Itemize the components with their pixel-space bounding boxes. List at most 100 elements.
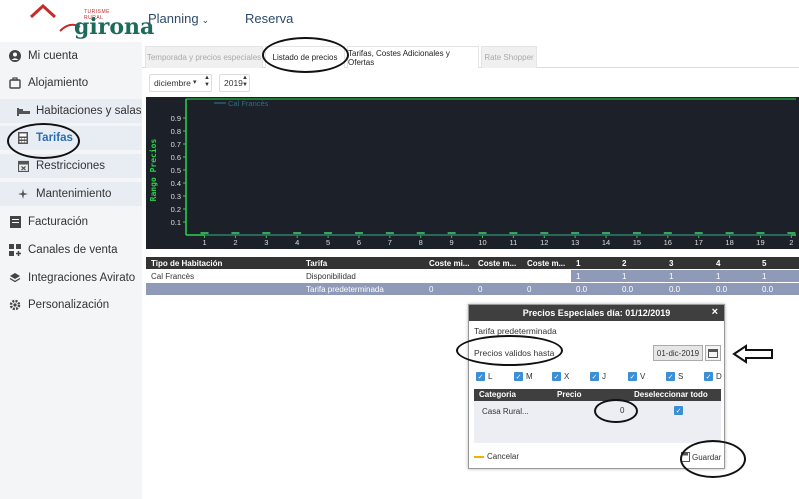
data-point — [447, 232, 456, 234]
x-tick-label: 2 — [789, 238, 793, 247]
tab-temporada[interactable]: Temporada y precios especiales — [145, 46, 263, 68]
table-header-cell: 2 — [622, 258, 627, 268]
bed-icon — [16, 104, 30, 118]
checkbox-icon: ✓ — [628, 372, 637, 381]
table-cell[interactable]: Disponibilidad — [306, 270, 356, 282]
weekday-checkbox[interactable]: ✓ V — [628, 372, 645, 381]
tab-rate-shopper[interactable]: Rate Shopper — [481, 46, 537, 68]
table-cell[interactable]: 0.0 — [716, 283, 727, 295]
nav-planning[interactable]: Planning ⌄ — [148, 11, 209, 26]
deselect-all-button[interactable]: Deseleccionar todo — [634, 390, 708, 399]
checkbox-icon: ✓ — [552, 372, 561, 381]
cancel-icon — [474, 455, 484, 458]
x-tick-label: 14 — [602, 238, 610, 247]
sidebar-item-label: Personalización — [28, 299, 110, 311]
sidebar-item-alojamiento[interactable]: Alojamiento — [0, 71, 142, 95]
sidebar-item-restricciones[interactable]: Restricciones — [0, 154, 142, 178]
nav-reserva-label: Reserva — [245, 11, 294, 26]
x-tick-label: 12 — [540, 238, 548, 247]
tab-tarifas-costes[interactable]: Tarifas, Costes Adicionales y Ofertas — [347, 46, 479, 68]
stepper-icon: ▲ ▼ — [204, 75, 210, 88]
sidebar-item-facturacion[interactable]: Facturación — [0, 210, 142, 234]
sidebar-item-canales[interactable]: Canales de venta — [0, 238, 142, 262]
checkbox-icon: ✓ — [590, 372, 599, 381]
table-cell[interactable]: 0 — [429, 283, 433, 295]
table-cell[interactable]: 1 — [762, 270, 766, 282]
y-tick-label: 0.2 — [171, 205, 181, 214]
x-tick-label: 9 — [450, 238, 454, 247]
data-point — [509, 232, 518, 234]
modal-header: Precios Especiales día: 01/12/2019 × — [469, 305, 724, 321]
table-cell[interactable]: 0.0 — [669, 283, 680, 295]
table-cell[interactable]: 0 — [478, 283, 482, 295]
cancel-button[interactable]: Cancelar — [474, 452, 519, 461]
sidebar-item-habitaciones[interactable]: Habitaciones y salas — [0, 99, 142, 123]
annotation-ellipse — [680, 440, 746, 478]
table-cell[interactable]: 1 — [576, 270, 580, 282]
weekday-checkbox[interactable]: ✓ J — [590, 372, 606, 381]
table-cell[interactable]: 1 — [622, 270, 626, 282]
weekday-checkbox[interactable]: ✓ S — [666, 372, 683, 381]
table-cell[interactable]: 0.0 — [762, 283, 773, 295]
sidebar-item-label: Canales de venta — [28, 244, 118, 256]
annotation-arrow-icon — [732, 344, 773, 364]
weekday-checkbox[interactable]: ✓ L — [476, 372, 492, 381]
tab-label: Temporada y precios especiales — [146, 53, 262, 62]
price-chart-svg: Rango Precios 0.1 0.2 0.3 0.4 0.5 0.6 0.7 0.8 0.9… — [148, 98, 796, 247]
data-point — [478, 232, 487, 234]
year-select[interactable]: 2019 ▲ ▼ — [219, 74, 250, 92]
table-header-cell: Coste m... — [478, 258, 517, 268]
table-cell[interactable]: Tarifa predeterminada — [306, 283, 384, 295]
table-header-cell: Tarifa — [306, 258, 328, 268]
weekday-label: M — [526, 372, 533, 381]
data-point — [787, 232, 796, 234]
x-tick-label: 8 — [419, 238, 423, 247]
nav-reserva[interactable]: Reserva — [245, 11, 293, 26]
y-tick-label: 0.1 — [171, 218, 181, 227]
x-tick-label: 7 — [388, 238, 392, 247]
row-checkbox[interactable]: ✓ — [674, 406, 683, 415]
modal-table-header: Categoria Precio Deseleccionar todo — [474, 389, 721, 401]
sidebar-item-mi-cuenta[interactable]: Mi cuenta — [0, 44, 142, 68]
data-point — [416, 232, 425, 234]
annotation-ellipse — [594, 399, 638, 423]
annotation-ellipse — [456, 335, 563, 366]
nav-planning-label: Planning — [148, 11, 199, 26]
weekday-checkbox[interactable]: ✓ X — [552, 372, 569, 381]
checkbox-icon: ✓ — [476, 372, 485, 381]
user-circle-icon — [8, 49, 22, 63]
close-icon[interactable]: × — [712, 306, 718, 318]
table-cell[interactable]: 0.0 — [576, 283, 587, 295]
sidebar-item-personalizacion[interactable]: Personalización — [0, 293, 142, 317]
sidebar-item-integraciones[interactable]: Integraciones Avirato — [0, 266, 142, 290]
grid-plus-icon — [8, 243, 22, 257]
x-tick-label: 1 — [202, 238, 206, 247]
table-cell[interactable]: 0 — [527, 283, 531, 295]
calendar-button[interactable] — [705, 345, 721, 361]
table-cell[interactable]: Cal Francès — [151, 270, 194, 282]
top-bar: TURISME RURAL girona Planning ⌄ Reserva — [0, 0, 799, 42]
logo[interactable]: TURISME RURAL girona — [28, 3, 154, 40]
valid-until-date-input[interactable]: 01-dic-2019 — [653, 345, 703, 361]
data-point — [725, 232, 734, 234]
weekday-label: J — [602, 372, 606, 381]
data-point — [540, 232, 549, 234]
table-cell[interactable]: 1 — [669, 270, 673, 282]
logo-name: girona — [74, 14, 155, 40]
layers-icon — [8, 271, 22, 285]
month-select[interactable]: diciembre ▾ ▲ ▼ — [149, 74, 212, 92]
sidebar-item-label: Habitaciones y salas — [36, 105, 142, 117]
x-tick-label: 16 — [664, 238, 672, 247]
weekday-checkbox[interactable]: ✓ M — [514, 372, 533, 381]
year-value: 2019 — [224, 78, 243, 88]
table-cell[interactable]: 1 — [716, 270, 720, 282]
y-tick-label: 0.4 — [171, 179, 181, 188]
month-value: diciembre — [154, 78, 191, 88]
table-header-cell: 4 — [716, 258, 721, 268]
x-tick-label: 5 — [326, 238, 330, 247]
table-header-row: Tipo de Habitación Tarifa Coste mi... Coste… — [146, 257, 799, 269]
checkbox-icon: ✓ — [666, 372, 675, 381]
table-cell[interactable]: 0.0 — [622, 283, 633, 295]
sidebar-item-mantenimiento[interactable]: Mantenimiento — [0, 182, 142, 206]
weekday-checkbox[interactable]: ✓ D — [704, 372, 722, 381]
